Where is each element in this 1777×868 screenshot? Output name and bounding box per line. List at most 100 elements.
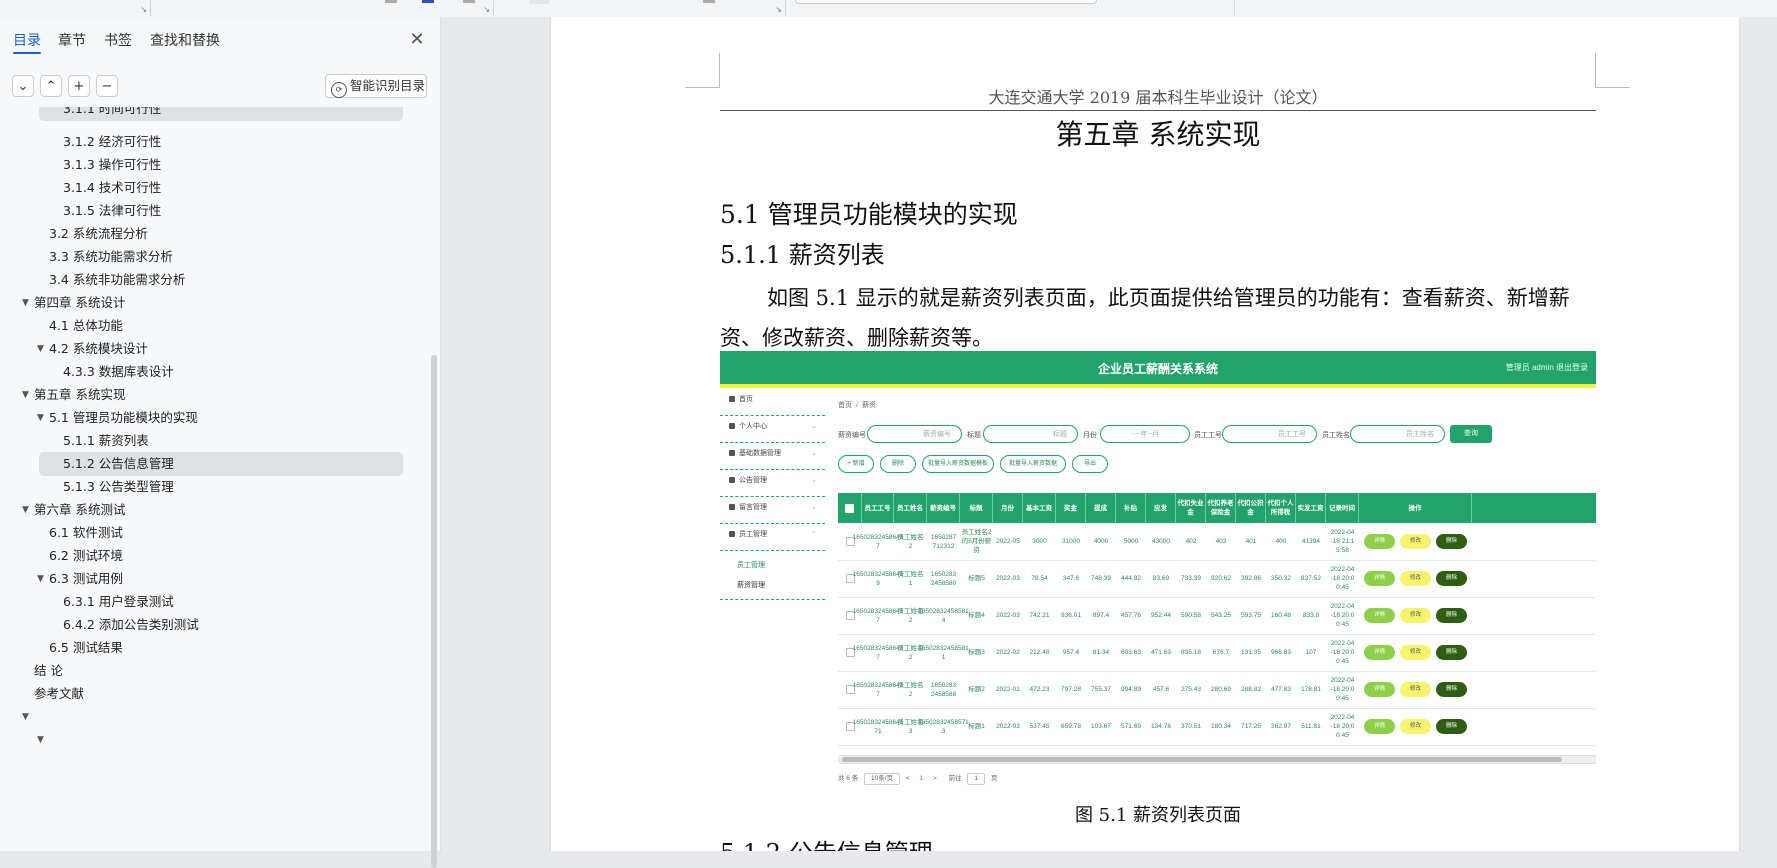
document-page: 大连交通大学 2019 届本科生毕业设计（论文） 第五章 系统实现 5.1 管理… — [551, 17, 1739, 851]
expand-arrow-icon[interactable]: ▼ — [37, 567, 44, 591]
toc-item[interactable]: 6.1 软件测试 — [49, 521, 123, 545]
table-cell: 5000 — [1123, 538, 1139, 545]
toc-item[interactable]: 6.4.2 添加公告类别测试 — [63, 613, 199, 637]
table-cell: 标题5 — [968, 575, 985, 582]
table-cell: 标题1 — [968, 723, 985, 730]
table-cell: 457.76 — [1121, 612, 1141, 619]
toc-item[interactable]: 4.2 系统模块设计 — [49, 337, 148, 361]
column-header: 操作 — [1359, 493, 1472, 523]
expand-arrow-icon[interactable]: ▼ — [22, 291, 29, 315]
toolbar-icon[interactable] — [463, 0, 475, 3]
toc-item-label: 6.1 软件测试 — [49, 525, 123, 540]
edit-button: 修改 — [1400, 608, 1431, 623]
import-data-button: 批量导入薪资数据 — [1000, 455, 1066, 473]
chevron-down-icon: ⌄ — [811, 477, 817, 484]
filter-label: 薪资编号 — [838, 432, 866, 439]
expand-arrow-icon[interactable]: ▼ — [37, 728, 44, 752]
add-heading-button[interactable]: + — [68, 75, 90, 97]
delete-row-button: 删除 — [1436, 645, 1467, 660]
app-sidebar-subitem: 员工管理 — [737, 562, 765, 569]
toolbar-icon[interactable] — [529, 0, 549, 4]
app-sidebar-label: 基础数据管理 — [739, 450, 781, 457]
column-header: 标题 — [960, 493, 993, 523]
toc-item[interactable]: 4.3.3 数据库表设计 — [63, 360, 174, 384]
toc-item[interactable]: 结 论 — [34, 659, 63, 683]
toc-item[interactable]: 5.1.3 公告类型管理 — [63, 475, 174, 499]
table-cell: 370.51 — [1181, 723, 1201, 730]
table-cell: 16502832458641 7 — [852, 681, 904, 698]
table-cell: 952.44 — [1151, 612, 1171, 619]
toc-item[interactable]: 6.5 测试结果 — [49, 636, 123, 660]
remove-heading-button[interactable]: − — [96, 75, 118, 97]
chevron-down-icon: ⌄ — [811, 504, 817, 511]
checkbox — [845, 503, 854, 513]
toc-item[interactable]: 3.1.2 经济可行性 — [63, 130, 161, 154]
expand-arrow-icon[interactable]: ▼ — [22, 705, 29, 729]
column-header: 员工姓名 — [894, 493, 927, 523]
table-cell: 员工姓名 1 — [897, 570, 924, 587]
collapse-all-button[interactable]: ⌄ — [12, 75, 34, 97]
tab-toc[interactable]: 目录 — [13, 30, 41, 54]
expand-arrow-icon[interactable]: ▼ — [22, 383, 29, 407]
edit-button: 修改 — [1400, 571, 1431, 586]
toc-item[interactable]: 3.4 系统非功能需求分析 — [49, 268, 185, 292]
table-cell: 733.39 — [1181, 575, 1201, 582]
toc-item[interactable]: 第四章 系统设计 — [34, 291, 125, 315]
expand-arrow-icon[interactable]: ▼ — [22, 498, 29, 522]
toc-item[interactable]: 5.1.2 公告信息管理 — [39, 452, 403, 476]
table-row: 16502832458641 7 员工姓名 2 1650287 712312 员工姓名… — [838, 523, 1596, 561]
app-main: 首页 / 薪资 薪资编号 薪资编号 标题 标题 月份 ----年--月 员工工号 员… — [828, 388, 1596, 800]
table-cell: 212.48 — [1029, 649, 1050, 656]
toc-item[interactable]: 6.3.1 用户登录测试 — [63, 590, 174, 614]
toolbar-icon[interactable] — [703, 0, 715, 3]
column-header: 薪资编号 — [927, 493, 960, 523]
tab-bookmarks[interactable]: 书签 — [104, 30, 132, 50]
toc-item[interactable]: 6.2 测试环境 — [49, 544, 123, 568]
toolbar-icon[interactable] — [385, 0, 397, 3]
expand-arrow-icon[interactable]: ▼ — [37, 337, 44, 361]
toc-item[interactable]: 3.2 系统流程分析 — [49, 222, 148, 246]
toc-item[interactable]: 参考文献 — [34, 682, 84, 706]
expand-corner-icon[interactable]: ↘ — [140, 6, 147, 14]
toc-item[interactable]: 3.1.1 时间可行性 — [39, 107, 403, 121]
expand-arrow-icon[interactable]: ▼ — [37, 406, 44, 430]
pager-goto-label: 前往 — [948, 775, 962, 782]
subsection-heading: 5.1.1 薪资列表 — [720, 241, 885, 269]
smart-toc-button[interactable]: ⟳ 智能识别目录 — [325, 74, 427, 98]
close-icon[interactable]: ✕ — [407, 31, 427, 51]
table-cell: 966.83 — [1271, 649, 1291, 656]
move-up-button[interactable]: ⌃ — [40, 75, 62, 97]
toc-item[interactable]: 5.1 管理员功能模块的实现 — [49, 406, 198, 430]
tab-find-replace[interactable]: 查找和替换 — [150, 30, 220, 50]
expand-corner-icon[interactable]: ↘ — [483, 6, 490, 14]
table-cell: 537.45 — [1029, 723, 1050, 730]
table-cell: 标题3 — [968, 649, 985, 656]
toc-item[interactable]: 第五章 系统实现 — [34, 383, 125, 407]
tab-chapters[interactable]: 章节 — [58, 30, 86, 50]
toc-item[interactable]: 3.1.4 技术可行性 — [63, 176, 161, 200]
filter-label: 员工姓名 — [1322, 432, 1350, 439]
edit-button: 修改 — [1400, 682, 1431, 697]
table-row: 16502832458641 9 员工姓名 1 1650283 2458580 标题5… — [838, 560, 1596, 598]
toc-item[interactable]: 3.1.5 法律可行性 — [63, 199, 161, 223]
toc-item[interactable]: 3.1.3 操作可行性 — [63, 153, 161, 177]
toc-item[interactable]: 3.3 系统功能需求分析 — [49, 245, 173, 269]
table-cell: 160.48 — [1271, 612, 1291, 619]
column-header: 补贴 — [1116, 493, 1146, 523]
table-cell: 2022-04 -18 20:0 0:45 — [1330, 714, 1355, 739]
table-cell: 471.63 — [1151, 649, 1171, 656]
toc-scrollbar[interactable] — [431, 355, 437, 868]
font-color-icon[interactable] — [422, 0, 434, 3]
table-cell: 994.89 — [1121, 686, 1141, 693]
table-cell: 755.37 — [1091, 686, 1111, 693]
toc-item[interactable]: 5.1.1 薪资列表 — [63, 429, 149, 453]
toc-item[interactable]: 6.3 测试用例 — [49, 567, 123, 591]
style-gallery[interactable] — [795, 0, 1097, 4]
table-cell: 16502832458641 7 — [852, 533, 904, 550]
table-cell: 590.58 — [1181, 612, 1201, 619]
ai-icon: ⟳ — [331, 82, 347, 98]
toc-item[interactable]: 4.1 总体功能 — [49, 314, 123, 338]
expand-corner-icon[interactable]: ↘ — [775, 6, 782, 14]
table-header: 员工工号 员工姓名 薪资编号 标题 月份 基本工资 奖金 提成 补贴 应发 代扣失业金 代扣养老保险金… — [838, 493, 1596, 523]
toc-item[interactable]: 第六章 系统测试 — [34, 498, 125, 522]
